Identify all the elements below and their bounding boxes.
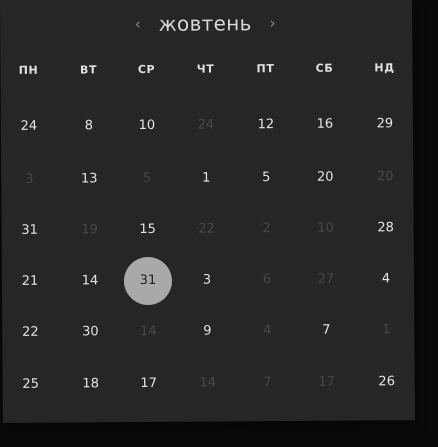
day-cell[interactable]: 7 bbox=[309, 320, 343, 342]
day-cell[interactable]: 28 bbox=[369, 217, 403, 239]
day-cell[interactable]: 14 bbox=[73, 270, 107, 292]
day-cell[interactable]: 17 bbox=[310, 372, 344, 394]
day-cell[interactable]: 19 bbox=[73, 219, 107, 241]
days-grid: 24 8 10 24 12 16 29 3 13 5 1 5 20 20 31 19 15 22 2 10 28 21 14… bbox=[0, 0, 415, 423]
calendar-panel: ‹ жовтень › ПН ВТ СР ЧТ ПТ СБ НД 24 8 10 24… bbox=[0, 0, 415, 423]
day-cell[interactable]: 20 bbox=[368, 166, 402, 188]
day-cell[interactable]: 4 bbox=[369, 268, 403, 290]
day-cell[interactable]: 25 bbox=[14, 374, 48, 396]
day-cell[interactable]: 1 bbox=[189, 167, 223, 189]
day-cell[interactable]: 10 bbox=[130, 115, 164, 137]
day-cell[interactable]: 5 bbox=[249, 167, 283, 189]
day-cell[interactable]: 10 bbox=[309, 218, 343, 240]
day-cell[interactable]: 30 bbox=[73, 321, 107, 343]
day-cell[interactable]: 13 bbox=[72, 168, 106, 190]
day-cell[interactable]: 24 bbox=[189, 114, 223, 136]
day-cell[interactable]: 31 bbox=[13, 220, 47, 242]
day-cell[interactable]: 22 bbox=[190, 218, 224, 240]
day-cell[interactable]: 17 bbox=[132, 373, 166, 395]
day-cell[interactable]: 8 bbox=[72, 115, 106, 137]
day-cell[interactable]: 16 bbox=[308, 114, 342, 136]
day-cell[interactable]: 2 bbox=[250, 218, 284, 240]
day-cell[interactable]: 12 bbox=[249, 114, 283, 136]
day-cell[interactable]: 24 bbox=[12, 116, 46, 138]
day-cell[interactable]: 3 bbox=[12, 169, 46, 191]
day-cell[interactable]: 9 bbox=[190, 320, 224, 342]
day-cell[interactable]: 22 bbox=[13, 322, 47, 344]
day-cell[interactable]: 26 bbox=[370, 371, 404, 393]
day-cell[interactable]: 20 bbox=[308, 167, 342, 189]
day-cell[interactable]: 1 bbox=[369, 319, 403, 341]
day-cell[interactable]: 15 bbox=[131, 219, 165, 241]
day-cell[interactable]: 27 bbox=[309, 269, 343, 291]
day-cell[interactable]: 4 bbox=[250, 320, 284, 342]
day-cell[interactable]: 18 bbox=[74, 373, 108, 395]
day-cell[interactable]: 14 bbox=[131, 321, 165, 343]
day-cell[interactable]: 14 bbox=[191, 372, 225, 394]
day-cell[interactable]: 7 bbox=[251, 372, 285, 394]
day-cell[interactable]: 29 bbox=[368, 113, 402, 135]
day-cell[interactable]: 21 bbox=[13, 271, 47, 293]
day-cell[interactable]: 3 bbox=[190, 269, 224, 291]
day-cell[interactable]: 5 bbox=[130, 168, 164, 190]
selected-day[interactable]: 31 bbox=[123, 256, 173, 306]
day-cell[interactable]: 6 bbox=[250, 269, 284, 291]
